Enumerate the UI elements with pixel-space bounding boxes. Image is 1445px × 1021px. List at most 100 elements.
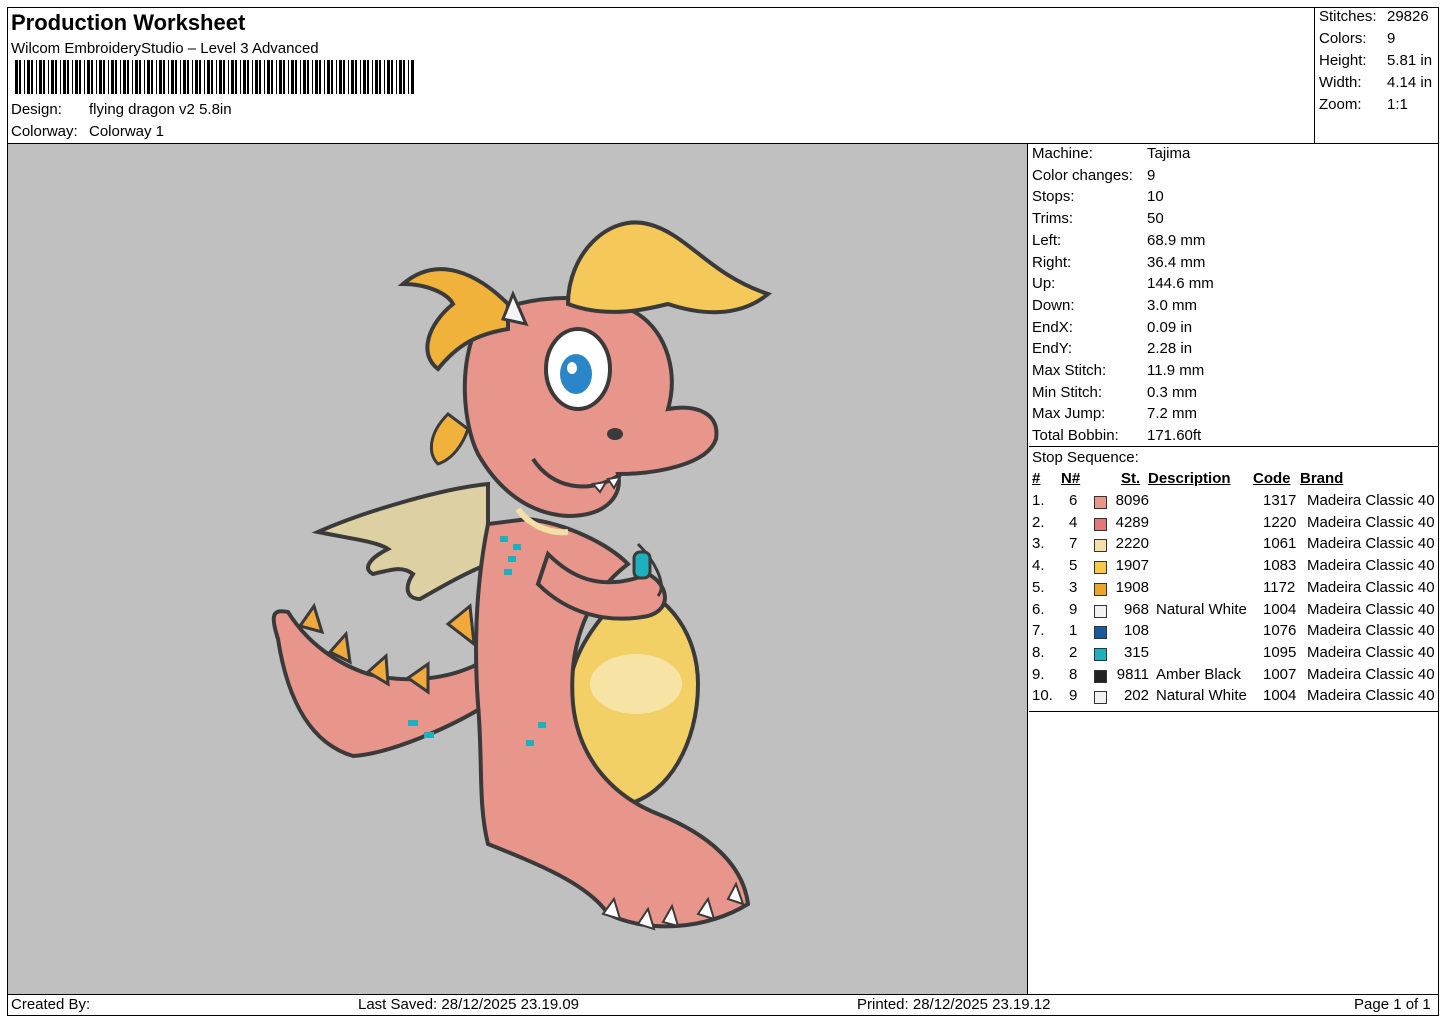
cell-num: 8. (1032, 643, 1045, 661)
machine-info-panel: Machine: Tajima Color changes: 9 Stops: 10 Tri… (1029, 144, 1439, 994)
cell-brand: Madeira Classic 40 (1307, 687, 1435, 705)
cell-st: 1908 (1115, 578, 1149, 596)
dragon-embroidery-image (271, 220, 773, 931)
cell-st: 2220 (1115, 535, 1149, 553)
summary-box: Stitches: 29826 Colors: 9 Height: 5.81 in W… (1314, 8, 1439, 143)
machine-info-row: Down: 3.0 mm (1032, 297, 1197, 314)
machine-info-row: Machine: Tajima (1032, 145, 1190, 162)
info-label: Left: (1032, 231, 1062, 249)
cell-brand: Madeira Classic 40 (1307, 557, 1435, 575)
last-saved: Last Saved: 28/12/2025 23.19.09 (358, 996, 580, 1013)
summary-height: Height: 5.81 in (1319, 52, 1433, 69)
color-swatch (1094, 539, 1107, 553)
table-row: 2. 4 4289 1220 Madeira Classic 40 (1029, 514, 1439, 536)
created-by: Created By: (11, 996, 91, 1013)
cell-brand: Madeira Classic 40 (1307, 600, 1435, 618)
color-swatch (1094, 517, 1107, 531)
col-header-code: Code (1253, 470, 1291, 487)
color-swatch (1094, 691, 1107, 705)
cell-num: 10. (1032, 687, 1053, 705)
cell-needle: 1 (1069, 622, 1078, 640)
design-row: Design: flying dragon v2 5.8in (11, 101, 232, 118)
cell-code: 1172 (1263, 578, 1296, 596)
info-label: Total Bobbin: (1032, 427, 1119, 445)
col-header-num: # (1032, 470, 1041, 487)
cell-st: 4289 (1115, 513, 1149, 531)
col-header-description: Description (1148, 470, 1231, 487)
cell-brand: Madeira Classic 40 (1307, 665, 1435, 683)
cell-description: Amber Black (1156, 665, 1242, 683)
cell-num: 7. (1032, 622, 1045, 640)
cell-needle: 5 (1069, 557, 1078, 575)
info-label: Trims: (1032, 210, 1074, 228)
summary-width: Width: 4.14 in (1319, 74, 1433, 91)
info-value: Tajima (1147, 145, 1191, 162)
cell-code: 1317 (1263, 492, 1297, 509)
worksheet-header: Production Worksheet Wilcom EmbroiderySt… (8, 8, 1314, 143)
cell-needle: 2 (1069, 643, 1078, 661)
page-number: Page 1 of 1 (1354, 996, 1431, 1013)
info-value: 36.4 mm (1147, 253, 1206, 271)
machine-info-row: EndX: 0.09 in (1032, 319, 1192, 336)
cell-brand: Madeira Classic 40 (1307, 535, 1435, 553)
summary-colors: Colors: 9 (1319, 30, 1396, 47)
cell-num: 2. (1032, 513, 1045, 531)
machine-info-row: Up: 144.6 mm (1032, 275, 1214, 292)
info-value: 50 (1147, 210, 1164, 228)
cell-num: 4. (1032, 557, 1045, 575)
info-label: Right: (1032, 253, 1072, 271)
color-swatch (1094, 669, 1107, 683)
design-value: flying dragon v2 5.8in (89, 101, 232, 118)
barcode-image (15, 60, 414, 94)
cell-num: 3. (1032, 535, 1045, 553)
design-preview (8, 144, 1028, 994)
colorway-value: Colorway 1 (89, 123, 165, 140)
production-worksheet: Production Worksheet Wilcom EmbroiderySt… (7, 7, 1439, 1016)
color-swatch (1094, 496, 1107, 509)
info-value: 144.6 mm (1147, 275, 1214, 293)
divider (8, 994, 1439, 995)
color-swatch (1094, 604, 1107, 618)
cell-code: 1083 (1263, 557, 1297, 575)
cell-needle: 3 (1069, 578, 1078, 596)
machine-info-row: Left: 68.9 mm (1032, 232, 1205, 249)
info-value: 10 (1147, 188, 1164, 206)
table-row: 8. 2 315 1095 Madeira Classic 40 (1029, 644, 1439, 666)
color-swatch (1094, 647, 1107, 661)
cell-st: 8096 (1115, 492, 1149, 509)
info-label: Stops: (1032, 188, 1075, 206)
info-value: 2.28 in (1147, 340, 1193, 358)
info-value: 68.9 mm (1147, 231, 1206, 249)
cell-code: 1004 (1263, 600, 1297, 618)
machine-info-row: Trims: 50 (1032, 210, 1164, 227)
cell-num: 1. (1032, 492, 1045, 509)
table-row: 9. 8 9811 Amber Black 1007 Madeira Classic 40 (1029, 666, 1439, 688)
machine-info-row: Max Stitch: 11.9 mm (1032, 362, 1204, 379)
cell-st: 108 (1123, 622, 1149, 640)
page-title: Production Worksheet (11, 10, 246, 35)
cell-needle: 8 (1069, 665, 1078, 683)
cell-code: 1095 (1263, 643, 1297, 661)
table-row: 1. 6 8096 1317 Madeira Classic 40 (1029, 492, 1439, 514)
cell-brand: Madeira Classic 40 (1307, 643, 1435, 661)
cell-num: 9. (1032, 665, 1045, 683)
info-label: Machine: (1032, 145, 1093, 162)
info-label: Down: (1032, 296, 1075, 314)
info-value: 0.3 mm (1147, 383, 1198, 401)
machine-info-row: Total Bobbin: 171.60ft (1032, 427, 1201, 444)
table-row: 3. 7 2220 1061 Madeira Classic 40 (1029, 535, 1439, 557)
cell-needle: 4 (1069, 513, 1078, 531)
col-header-brand: Brand (1300, 470, 1344, 487)
colorway-label: Colorway: (11, 123, 78, 140)
color-swatch (1094, 582, 1107, 596)
cell-needle: 9 (1069, 687, 1078, 705)
info-label: Min Stitch: (1032, 383, 1103, 401)
machine-info-row: Min Stitch: 0.3 mm (1032, 384, 1197, 401)
info-value: 171.60ft (1147, 427, 1202, 445)
machine-info-row: Max Jump: 7.2 mm (1032, 405, 1197, 422)
summary-stitches: Stitches: 29826 (1319, 8, 1429, 25)
cell-brand: Madeira Classic 40 (1307, 492, 1435, 509)
table-row: 10. 9 202 Natural White 1004 Madeira Classic … (1029, 687, 1439, 709)
info-label: EndX: (1032, 318, 1073, 336)
info-value: 0.09 in (1147, 318, 1193, 336)
